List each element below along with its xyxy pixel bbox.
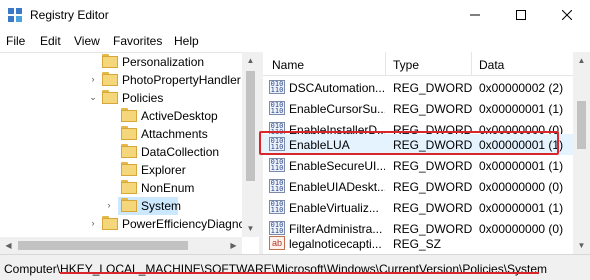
close-button[interactable] bbox=[544, 0, 590, 30]
chevron-right-icon[interactable]: › bbox=[104, 200, 114, 210]
folder-icon bbox=[121, 126, 137, 140]
chevron-right-icon[interactable]: › bbox=[88, 218, 98, 228]
dword-icon: 010 110 bbox=[269, 158, 285, 172]
column-divider[interactable] bbox=[385, 52, 386, 76]
column-divider[interactable] bbox=[471, 52, 472, 76]
folder-icon bbox=[121, 144, 137, 158]
maximize-button[interactable] bbox=[498, 0, 544, 30]
scroll-left-icon[interactable]: ◀ bbox=[0, 237, 17, 254]
tree-horizontal-scroll-thumb[interactable] bbox=[18, 241, 188, 250]
status-bar: Computer\HKEY_LOCAL_MACHINE\SOFTWARE\Mic… bbox=[0, 254, 590, 280]
table-row[interactable]: 010 110 EnableUIADeskt... REG_DWORD 0x000… bbox=[263, 176, 573, 197]
tree-item-activedesktop[interactable]: ActiveDesktop bbox=[0, 107, 242, 125]
maximize-icon bbox=[516, 10, 526, 20]
chevron-down-icon[interactable]: ⌄ bbox=[88, 92, 98, 102]
tree-item-attachments[interactable]: Attachments bbox=[0, 125, 242, 143]
enablelua-highlight-box bbox=[259, 131, 559, 155]
list-header: Name Type Data bbox=[263, 52, 573, 76]
menu-favorites[interactable]: Favorites bbox=[113, 34, 162, 48]
folder-open-icon bbox=[121, 198, 137, 212]
table-row[interactable]: 010 110 EnableCursorSu... REG_DWORD 0x000… bbox=[263, 98, 573, 119]
close-icon bbox=[562, 10, 572, 20]
folder-icon bbox=[102, 216, 118, 230]
dword-icon: 010 110 bbox=[269, 179, 285, 193]
folder-icon bbox=[121, 180, 137, 194]
column-header-type[interactable]: Type bbox=[393, 58, 419, 72]
table-row[interactable]: ab legalnoticecapti... REG_SZ bbox=[263, 233, 573, 254]
tree-item-policies[interactable]: ⌄ Policies bbox=[0, 89, 242, 107]
menu-help[interactable]: Help bbox=[174, 34, 199, 48]
chevron-right-icon[interactable]: › bbox=[88, 74, 98, 84]
tree-item-explorer[interactable]: Explorer bbox=[0, 161, 242, 179]
table-row[interactable]: 010 110 DSCAutomation... REG_DWORD 0x0000… bbox=[263, 77, 573, 98]
tree-item-datacollection[interactable]: DataCollection bbox=[0, 143, 242, 161]
folder-icon bbox=[102, 72, 118, 86]
title-bar: Registry Editor bbox=[0, 0, 590, 30]
column-header-data[interactable]: Data bbox=[479, 58, 504, 72]
tree-item-personalization[interactable]: Personalization bbox=[0, 53, 242, 71]
key-path-prefix: Computer\ bbox=[4, 262, 61, 276]
table-row[interactable]: 010 110 EnableVirtualiz... REG_DWORD 0x00… bbox=[263, 197, 573, 218]
tree-item-photopropertyhandler[interactable]: › PhotoPropertyHandler bbox=[0, 71, 242, 89]
dword-icon: 010 110 bbox=[269, 101, 285, 115]
dword-icon: 010 110 bbox=[269, 200, 285, 214]
string-icon: ab bbox=[269, 236, 285, 250]
scroll-down-icon[interactable]: ▼ bbox=[242, 220, 259, 237]
list-vertical-scroll-thumb[interactable] bbox=[577, 101, 586, 149]
tree-item-system[interactable]: › System bbox=[0, 197, 242, 215]
folder-icon bbox=[121, 108, 137, 122]
folder-icon bbox=[121, 162, 137, 176]
menu-file[interactable]: File bbox=[6, 34, 25, 48]
folder-open-icon bbox=[102, 90, 118, 104]
path-underline bbox=[60, 272, 539, 274]
menu-bar: File Edit View Favorites Help bbox=[0, 30, 590, 52]
folder-icon bbox=[102, 54, 118, 68]
menu-edit[interactable]: Edit bbox=[40, 34, 61, 48]
column-header-name[interactable]: Name bbox=[272, 58, 304, 72]
dword-icon: 010 110 bbox=[269, 80, 285, 94]
key-tree[interactable]: Personalization › PhotoPropertyHandler ⌄… bbox=[0, 52, 258, 254]
scroll-up-icon[interactable]: ▲ bbox=[242, 52, 259, 69]
scroll-right-icon[interactable]: ▶ bbox=[225, 237, 242, 254]
registry-editor-icon bbox=[8, 8, 22, 22]
window-title: Registry Editor bbox=[30, 8, 109, 22]
tree-item-powerefficiencydiagnc[interactable]: › PowerEfficiencyDiagnc bbox=[0, 215, 245, 233]
minimize-icon bbox=[470, 14, 480, 16]
minimize-button[interactable] bbox=[452, 0, 498, 30]
menu-view[interactable]: View bbox=[74, 34, 100, 48]
table-row[interactable]: 010 110 EnableSecureUI... REG_DWORD 0x000… bbox=[263, 155, 573, 176]
list-vertical-scrollbar[interactable] bbox=[573, 52, 590, 254]
scroll-up-icon[interactable]: ▲ bbox=[573, 52, 590, 69]
tree-vertical-scroll-thumb[interactable] bbox=[246, 71, 255, 181]
scroll-down-icon[interactable]: ▼ bbox=[573, 237, 590, 254]
tree-item-nonenum[interactable]: NonEnum bbox=[0, 179, 242, 197]
